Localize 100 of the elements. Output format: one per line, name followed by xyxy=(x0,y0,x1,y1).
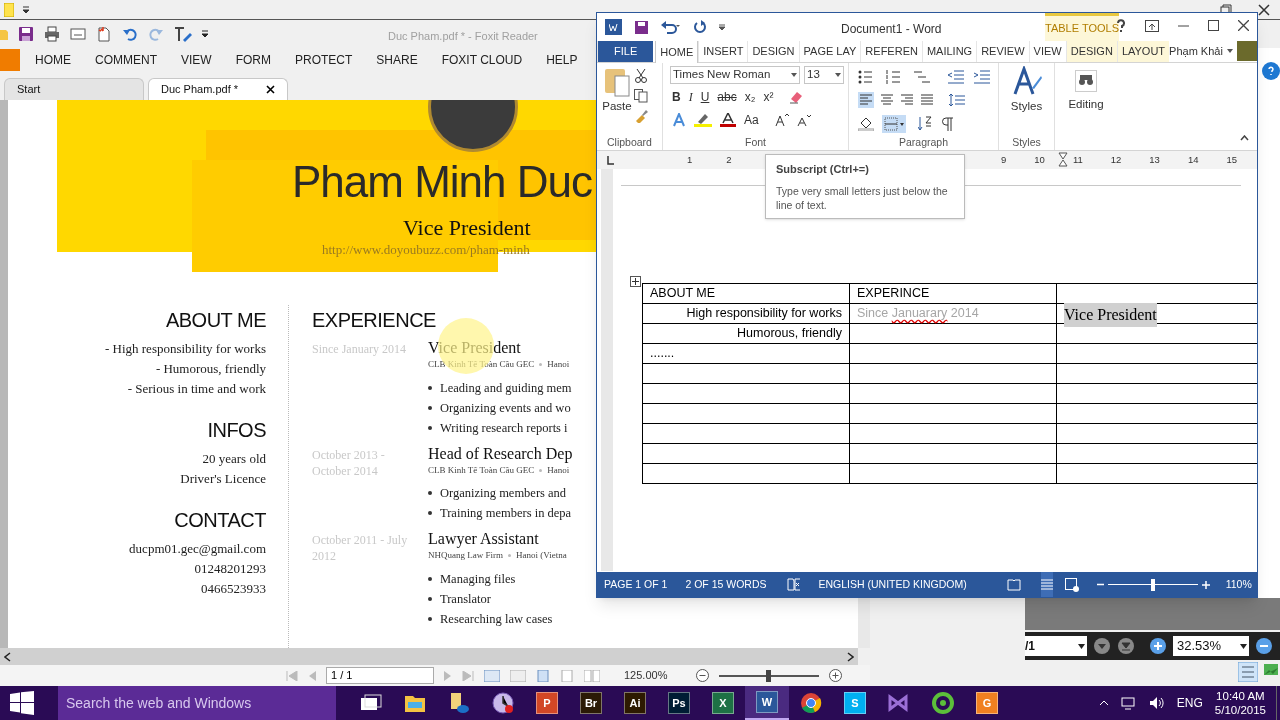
ribbon-tab[interactable]: PAGE LAY xyxy=(798,40,861,62)
maximize-icon[interactable] xyxy=(1208,20,1219,31)
zoom-slider[interactable] xyxy=(1107,578,1198,591)
highlighter-icon[interactable] xyxy=(694,113,712,127)
undo-icon[interactable] xyxy=(122,26,138,42)
image-icon[interactable] xyxy=(1264,662,1278,676)
collapse-icon[interactable] xyxy=(1240,135,1249,141)
styles-button[interactable]: Styles xyxy=(1002,66,1051,136)
decrease-indent-icon[interactable] xyxy=(948,70,964,84)
proofing-icon[interactable] xyxy=(786,578,801,591)
volume-icon[interactable] xyxy=(1148,696,1165,710)
editing-button[interactable]: Editing xyxy=(1058,66,1114,150)
shading-icon[interactable] xyxy=(858,117,874,131)
increase-indent-icon[interactable] xyxy=(974,70,990,84)
font-color-icon[interactable] xyxy=(720,113,736,127)
print-icon[interactable] xyxy=(44,26,60,42)
scrollbar[interactable] xyxy=(0,648,858,665)
taskbar-button[interactable]: Ai xyxy=(613,686,657,720)
scissors-icon[interactable] xyxy=(634,69,648,83)
taskbar-button[interactable]: P xyxy=(525,686,569,720)
zoom-out-icon[interactable] xyxy=(1255,637,1273,655)
pilcrow-icon[interactable] xyxy=(942,117,954,131)
user-name[interactable]: Phạm Khải xyxy=(1169,42,1223,60)
table-move-handle-icon[interactable] xyxy=(630,276,641,287)
language-status[interactable]: ENGLISH (UNITED KINGDOM) xyxy=(818,576,967,593)
zoom-out-icon[interactable] xyxy=(1096,581,1104,588)
sort-icon[interactable] xyxy=(918,116,934,132)
scroll-right-icon[interactable] xyxy=(847,651,854,662)
dropdown-icon[interactable] xyxy=(1078,643,1085,649)
paste-button[interactable]: Paste xyxy=(600,66,634,136)
menu-tab[interactable]: HOME xyxy=(34,51,72,69)
taskbar-button[interactable]: X xyxy=(701,686,745,720)
menu-tab[interactable]: HELP xyxy=(545,51,579,69)
scroll-left-icon[interactable] xyxy=(4,651,11,662)
dropdown-icon[interactable] xyxy=(835,73,841,77)
dropdown-icon[interactable] xyxy=(791,73,797,77)
menu-tab[interactable]: SHARE xyxy=(375,51,419,69)
font-size-field[interactable]: 13 xyxy=(804,66,844,84)
chevron-up-icon[interactable] xyxy=(1098,700,1109,706)
eraser-icon[interactable] xyxy=(789,90,804,104)
ribbon-tab[interactable]: REVIEW xyxy=(976,40,1029,62)
align-left-icon[interactable] xyxy=(858,92,874,108)
help-icon[interactable] xyxy=(1266,66,1276,76)
dropdown-icon[interactable] xyxy=(202,30,208,38)
last-page-icon[interactable] xyxy=(1117,637,1135,655)
document-tab[interactable]: Duc Pham.pdf * xyxy=(148,78,288,100)
text-effects-icon[interactable] xyxy=(672,113,686,127)
menu-tab[interactable]: FORM xyxy=(234,51,272,69)
menu-tab[interactable]: COMMENT xyxy=(94,51,158,69)
close-icon[interactable] xyxy=(266,85,275,94)
show-desktop-button[interactable] xyxy=(1276,686,1280,720)
change-case-button[interactable]: Aa xyxy=(744,111,759,129)
format-button[interactable]: B xyxy=(672,90,681,104)
close-icon[interactable] xyxy=(1258,4,1270,16)
save-icon[interactable] xyxy=(18,26,34,42)
close-icon[interactable] xyxy=(1238,20,1249,31)
align-right-icon[interactable] xyxy=(900,93,914,107)
taskbar-button[interactable]: Ps xyxy=(657,686,701,720)
zoom-value[interactable]: 125.00% xyxy=(624,667,686,684)
read-mode-icon[interactable] xyxy=(1006,578,1021,591)
typewriter-icon[interactable] xyxy=(174,26,192,42)
indent-marker-icon[interactable] xyxy=(1058,152,1068,168)
grow-font-icon[interactable] xyxy=(774,113,789,127)
ribbon-tab[interactable]: MAILING xyxy=(921,40,977,62)
redo-icon[interactable] xyxy=(693,20,707,34)
menu-tab[interactable]: PROTECT xyxy=(294,51,354,69)
scanner-icon[interactable] xyxy=(70,26,86,42)
windows-start-icon[interactable] xyxy=(10,691,34,715)
dropdown-icon[interactable] xyxy=(1226,49,1233,53)
print-layout-button[interactable] xyxy=(1040,572,1053,597)
format-button[interactable]: I xyxy=(688,90,693,104)
ribbon-tab[interactable]: FILE xyxy=(597,40,654,62)
zoom-in-icon[interactable] xyxy=(829,669,842,682)
clock-time[interactable]: 10:40 AM xyxy=(1216,689,1265,703)
slider-thumb[interactable] xyxy=(1150,578,1155,591)
borders-icon[interactable] xyxy=(882,115,906,133)
slider-thumb[interactable] xyxy=(765,669,771,682)
zoom-out-icon[interactable] xyxy=(696,669,709,682)
document-tab[interactable]: Start xyxy=(4,78,144,100)
zoom-in-icon[interactable] xyxy=(1149,637,1167,655)
menu-tab[interactable]: FOXIT CLOUD xyxy=(440,51,524,69)
taskbar-button[interactable]: W xyxy=(745,686,789,720)
word-count[interactable]: 2 OF 15 WORDS xyxy=(685,576,767,593)
zoom-field[interactable]: 32.53% xyxy=(1173,636,1249,656)
menu-tab[interactable]: VIEW xyxy=(180,51,213,69)
copy-icon[interactable] xyxy=(634,89,648,103)
zoom-slider[interactable] xyxy=(719,669,819,682)
page-field[interactable]: 1 / 1 xyxy=(326,667,434,684)
page-count[interactable]: PAGE 1 OF 1 xyxy=(604,576,668,593)
tab-stop-icon[interactable] xyxy=(605,155,615,165)
ribbon-display-icon[interactable] xyxy=(1145,19,1159,32)
next-page-icon[interactable] xyxy=(1093,637,1111,655)
language-indicator[interactable]: ENG xyxy=(1176,694,1203,712)
taskbar-button[interactable]: Br xyxy=(569,686,613,720)
new-document-icon[interactable] xyxy=(96,26,112,42)
page-field[interactable]: /1 xyxy=(1025,636,1087,656)
ribbon-tab[interactable]: INSERT xyxy=(698,40,748,62)
clock-date[interactable]: 5/10/2015 xyxy=(1214,703,1266,717)
align-center-icon[interactable] xyxy=(880,93,894,107)
format-button[interactable]: x₂ xyxy=(744,90,756,104)
